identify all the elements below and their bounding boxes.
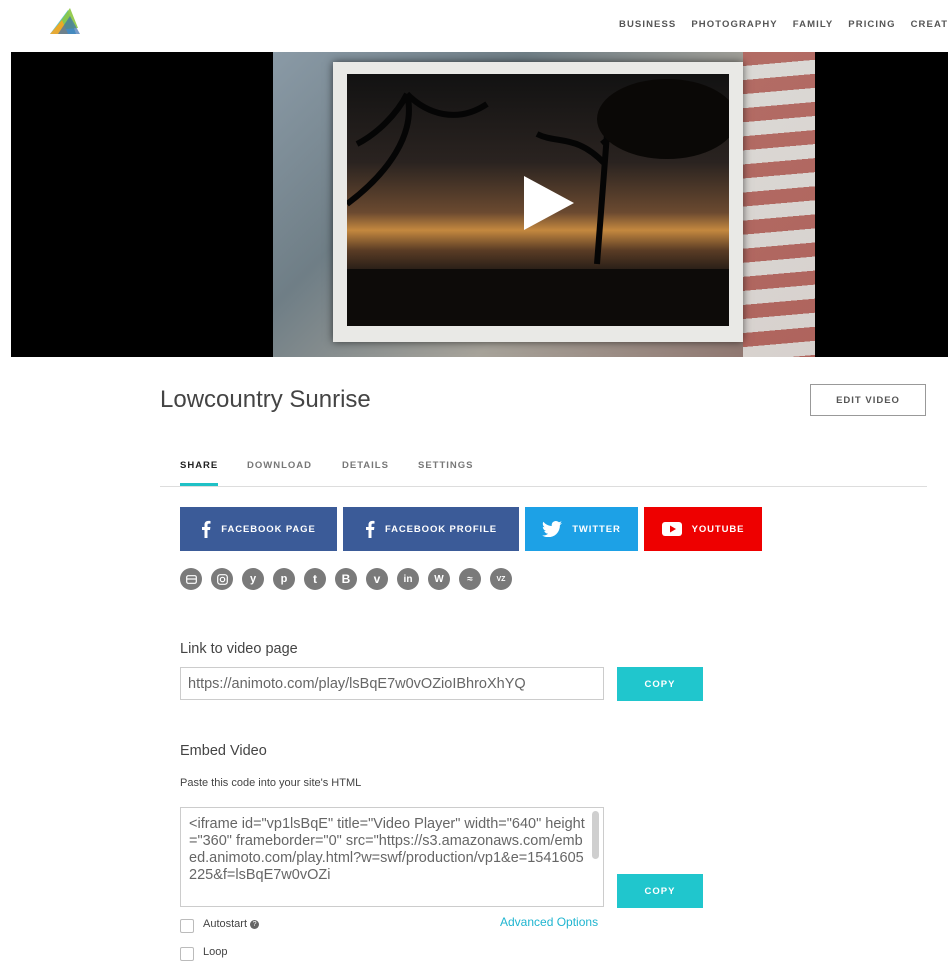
smugmug-icon[interactable]: ≈ [459,568,481,590]
tab-settings[interactable]: SETTINGS [418,460,474,471]
twitter-icon [542,521,563,537]
youtube-label: YOUTUBE [691,523,745,535]
vz-icon[interactable]: VZ [490,568,512,590]
video-tabs: SHARE DOWNLOAD DETAILS SETTINGS [160,450,927,487]
help-icon[interactable]: ? [250,920,260,929]
video-title: Lowcountry Sunrise [160,386,371,413]
link-label: Link to video page [180,641,298,657]
loop-label: Loop [203,946,228,958]
facebook-page-button[interactable]: FACEBOOK PAGE [180,507,337,551]
embed-code-field[interactable]: <iframe id="vp1lsBqE" title="Video Playe… [180,807,604,907]
video-player[interactable] [11,52,948,357]
nav-photography[interactable]: PHOTOGRAPHY [691,19,777,30]
autostart-label: Autostart [203,918,248,930]
autostart-checkbox[interactable] [180,919,194,933]
nav-create[interactable]: CREATE [911,19,948,30]
facebook-page-label: FACEBOOK PAGE [221,523,316,535]
nav-business[interactable]: BUSINESS [619,19,676,30]
facebook-profile-label: FACEBOOK PROFILE [384,523,498,535]
active-tab-indicator [180,483,218,486]
top-nav: BUSINESS PHOTOGRAPHY FAMILY PRICING CREATE [619,19,948,30]
copy-embed-button[interactable]: COPY [617,874,703,908]
wordpress-icon[interactable]: W [428,568,450,590]
embed-scrollbar[interactable] [592,811,599,859]
advanced-options-link[interactable]: Advanced Options [500,915,598,929]
facebook-icon [365,520,375,538]
embed-hint: Paste this code into your site's HTML [180,777,362,789]
nav-family[interactable]: FAMILY [793,19,834,30]
tab-share[interactable]: SHARE [180,460,218,471]
pinterest-icon[interactable]: p [273,568,295,590]
blogger-icon[interactable]: B [335,568,357,590]
tab-download[interactable]: DOWNLOAD [247,460,312,471]
youtube-icon [661,522,682,536]
social-icons-row: y p t B v in W ≈ VZ [180,568,521,590]
animoto-logo[interactable] [48,6,82,36]
edit-video-button[interactable]: EDIT VIDEO [810,384,926,416]
facebook-profile-button[interactable]: FACEBOOK PROFILE [343,507,519,551]
vimeo-icon[interactable]: v [366,568,388,590]
email-icon[interactable] [180,568,202,590]
play-icon[interactable] [524,176,574,230]
linkedin-icon[interactable]: in [397,568,419,590]
video-link-value: https://animoto.com/play/lsBqE7w0vOZioIB… [188,675,526,692]
copy-link-button[interactable]: COPY [617,667,703,701]
nav-pricing[interactable]: PRICING [848,19,895,30]
tumblr-icon[interactable]: t [304,568,326,590]
loop-checkbox[interactable] [180,947,194,961]
twitter-button[interactable]: TWITTER [525,507,638,551]
tab-details[interactable]: DETAILS [342,460,389,471]
flag-backdrop [743,52,815,357]
autostart-label-wrap: Autostart? [203,918,260,930]
twitter-label: TWITTER [572,523,621,535]
embed-label: Embed Video [180,743,267,759]
video-link-field[interactable]: https://animoto.com/play/lsBqE7w0vOZioIB… [180,667,604,700]
instagram-icon[interactable] [211,568,233,590]
facebook-icon [202,520,211,538]
yahoo-icon[interactable]: y [242,568,264,590]
youtube-button[interactable]: YOUTUBE [644,507,762,551]
